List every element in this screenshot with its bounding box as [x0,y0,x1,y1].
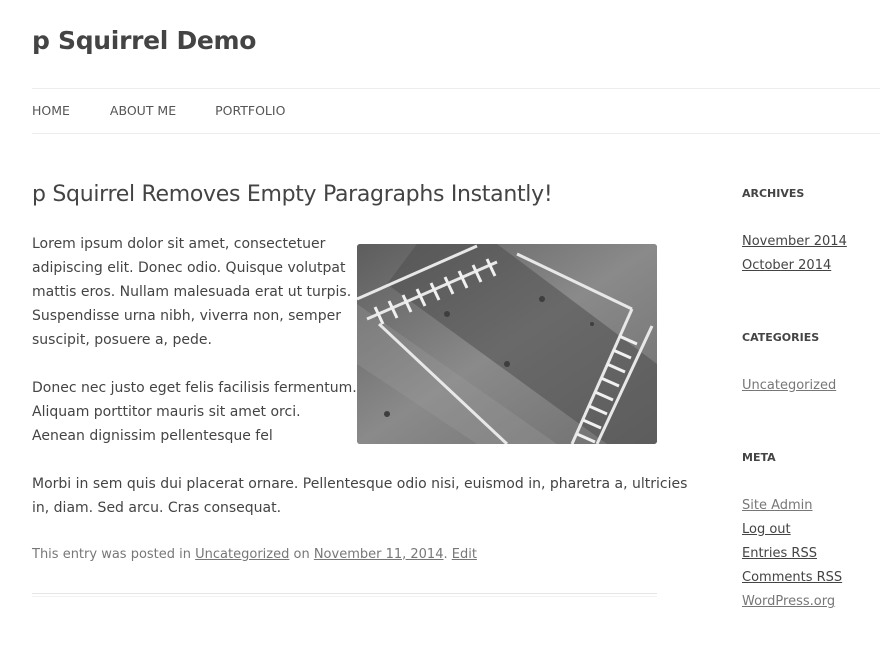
header-top-divider [32,88,880,89]
main-navigation: HOME ABOUT ME PORTFOLIO [32,103,285,118]
paragraph-line: in, diam. Sed arcu. Cras consequat. [32,500,282,516]
category-link-uncategorized[interactable]: Uncategorized [742,378,836,393]
paragraph-line: Suspendisse urna nibh, viverra non, semp… [32,308,341,324]
nav-about-me[interactable]: ABOUT ME [110,103,176,118]
widget-title-archives: ARCHIVES [742,187,805,200]
archive-link-october-2014[interactable]: October 2014 [742,258,831,273]
paragraph-line: Lorem ipsum dolor sit amet, consectetuer [32,236,326,252]
post-date-link[interactable]: November 11, 2014 [314,547,444,562]
entry-meta-prefix: This entry was posted in [32,547,196,562]
edit-link[interactable]: Edit [452,547,477,562]
post-paragraph-1: Lorem ipsum dolor sit amet, consectetuer… [32,232,351,352]
meta-link-wordpress-org[interactable]: WordPress.org [742,594,835,609]
widget-title-meta: META [742,451,776,464]
crosswalk-aerial-photo [357,244,657,444]
paragraph-line: adipiscing elit. Donec odio. Quisque vol… [32,260,346,276]
header-bottom-divider [32,133,880,134]
categories-list: Uncategorized [742,374,836,398]
post-divider [32,593,657,594]
paragraph-line: Donec nec justo eget felis facilisis fer… [32,380,357,396]
category-link[interactable]: Uncategorized [195,547,289,562]
archives-list: November 2014 October 2014 [742,230,847,278]
paragraph-line: Aenean dignissim pellentesque fel [32,428,273,444]
entry-meta: This entry was posted in Uncategorized o… [32,547,477,562]
paragraph-line: suscipit, posuere a, pede. [32,332,212,348]
meta-link-entries-rss[interactable]: Entries RSS [742,546,817,561]
nav-portfolio[interactable]: PORTFOLIO [215,103,285,118]
post-featured-image [357,244,657,444]
meta-link-comments-rss[interactable]: Comments RSS [742,570,842,585]
meta-link-site-admin[interactable]: Site Admin [742,498,813,513]
site-title[interactable]: p Squirrel Demo [32,26,256,55]
paragraph-line: Morbi in sem quis dui placerat ornare. P… [32,476,688,492]
meta-list: Site Admin Log out Entries RSS Comments … [742,494,842,614]
entry-meta-separator: . [443,547,452,562]
archive-link-november-2014[interactable]: November 2014 [742,234,847,249]
widget-title-categories: CATEGORIES [742,331,820,344]
post-title[interactable]: p Squirrel Removes Empty Paragraphs Inst… [32,182,553,207]
paragraph-line: Aliquam porttitor mauris sit amet orci. [32,404,301,420]
paragraph-line: mattis eros. Nullam malesuada erat ut tu… [32,284,352,300]
nav-home[interactable]: HOME [32,103,70,118]
post-divider-shadow [32,596,657,597]
meta-link-log-out[interactable]: Log out [742,522,791,537]
post-paragraph-3: Morbi in sem quis dui placerat ornare. P… [32,472,687,520]
entry-meta-on: on [289,547,314,562]
post-paragraph-2: Donec nec justo eget felis facilisis fer… [32,376,357,448]
